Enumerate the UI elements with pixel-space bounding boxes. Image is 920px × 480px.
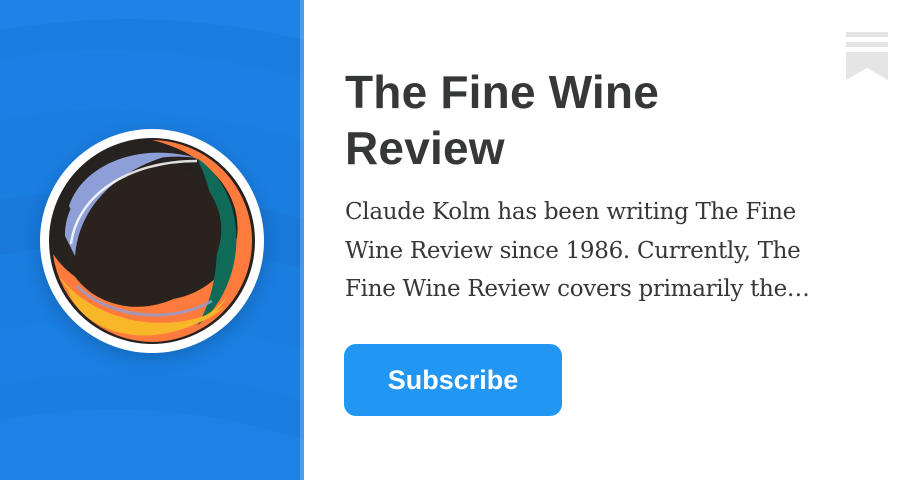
publication-info: The Fine Wine Review Claude Kolm has bee… (304, 0, 920, 480)
publication-description: Claude Kolm has been writing The Fine Wi… (345, 199, 801, 302)
bookmark-icon (846, 32, 888, 80)
wine-glass-logo-icon (49, 138, 255, 344)
subscribe-button[interactable]: Subscribe (344, 344, 562, 416)
publication-title: The Fine Wine Review (345, 66, 659, 174)
publication-logo (40, 129, 264, 353)
publication-card: The Fine Wine Review Claude Kolm has bee… (0, 0, 920, 480)
hero-panel (0, 0, 304, 480)
